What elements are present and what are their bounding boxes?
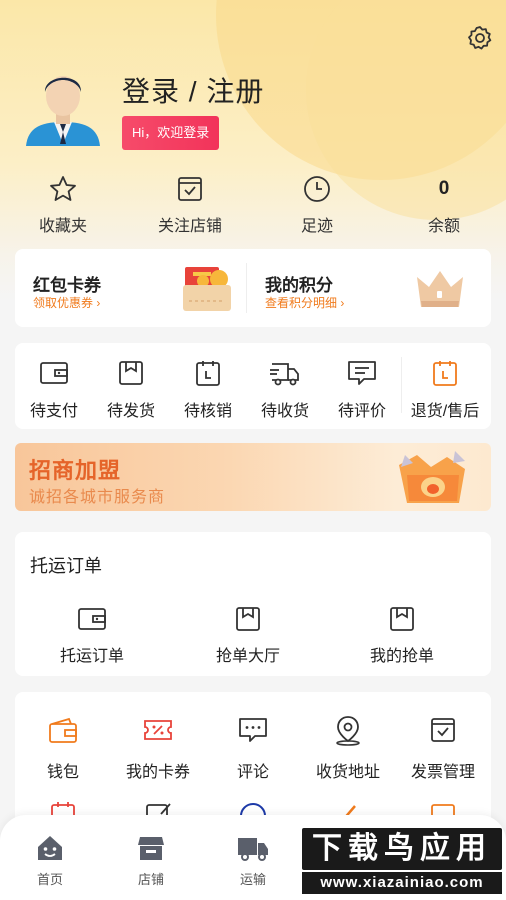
followed-stores-label: 关注店铺: [157, 218, 222, 235]
checkbox-icon: [178, 177, 202, 201]
tab-transport-label: 运输: [239, 872, 266, 887]
consign-title: 托运订单: [30, 556, 102, 576]
red-packet-icon: [183, 267, 231, 311]
tab-store[interactable]: 店铺: [101, 833, 201, 888]
wallet-icon: [40, 362, 68, 384]
reviews-label: 评论: [236, 764, 269, 781]
store-icon: [138, 837, 164, 860]
balance-button[interactable]: 0 余额: [389, 172, 499, 236]
footprints-label: 足迹: [300, 218, 333, 235]
orders-card: 待支付 待发货 待核销 待收货 待评价 退货/售后: [15, 343, 491, 429]
comment-icon: [348, 361, 376, 385]
order-pending-review-label: 待评价: [337, 403, 386, 420]
home-icon: [38, 836, 62, 860]
order-after-sales[interactable]: 退货/售后: [402, 357, 488, 421]
order-hall-label: 抢单大厅: [215, 648, 280, 665]
invoice-button[interactable]: 发票管理: [395, 714, 491, 782]
box-icon: [236, 607, 260, 631]
wallet-label: 钱包: [46, 764, 79, 781]
tab-transport[interactable]: 运输: [203, 833, 303, 888]
box-icon: [119, 361, 143, 385]
franchise-banner[interactable]: 招商加盟 诚招各城市服务商: [15, 443, 491, 511]
coupon-icon: [144, 720, 172, 740]
footprints-button[interactable]: 足迹: [262, 172, 372, 236]
coupon-section[interactable]: 红包卡券 领取优惠券 ›: [15, 249, 253, 327]
favorites-label: 收藏夹: [38, 218, 87, 235]
comment-icon: [239, 718, 267, 742]
points-link-text: 查看积分明细: [265, 296, 338, 310]
benefits-card: 红包卡券 领取优惠券 › 我的积分 查看积分明细 ›: [15, 249, 491, 327]
followed-stores-button[interactable]: 关注店铺: [135, 172, 245, 236]
order-pending-verify-label: 待核销: [183, 403, 232, 420]
wallet-button[interactable]: 钱包: [15, 714, 111, 782]
truck-icon: [270, 363, 299, 386]
order-pending-payment[interactable]: 待支付: [15, 357, 93, 421]
coupon-link[interactable]: 领取优惠券 ›: [33, 294, 100, 311]
address-button[interactable]: 收货地址: [300, 714, 396, 782]
chevron-right-icon: ›: [340, 296, 345, 310]
consign-orders-label: 托运订单: [59, 648, 124, 665]
gift-icon: [399, 451, 465, 503]
favorites-button[interactable]: 收藏夹: [8, 172, 118, 236]
tab-home[interactable]: 首页: [0, 833, 100, 888]
invoice-icon: [431, 718, 455, 742]
reviews-button[interactable]: 评论: [205, 714, 301, 782]
star-icon: [50, 176, 76, 201]
order-after-sales-label: 退货/售后: [410, 403, 480, 420]
settings-icon[interactable]: [466, 24, 494, 52]
calendar-icon: [196, 361, 220, 386]
coupon-title: 红包卡券: [33, 276, 101, 295]
order-hall-button[interactable]: 抢单大厅: [183, 604, 313, 666]
tab-home-label: 首页: [36, 872, 63, 887]
points-section[interactable]: 我的积分 查看积分明细 ›: [247, 249, 485, 327]
crown-icon: [417, 271, 463, 307]
my-grabbed-orders-label: 我的抢单: [369, 648, 434, 665]
order-pending-payment-label: 待支付: [29, 403, 78, 420]
watermark: 下载鸟应用 www.xiazainiao.com: [302, 828, 502, 894]
my-coupons-button[interactable]: 我的卡券: [110, 714, 206, 782]
login-register-link[interactable]: 登录 / 注册: [122, 70, 264, 110]
order-pending-receipt-label: 待收货: [260, 403, 309, 420]
watermark-main: 下载鸟应用: [302, 828, 502, 870]
welcome-badge: Hi，欢迎登录: [122, 116, 220, 150]
return-icon: [433, 361, 457, 386]
order-pending-shipment-label: 待发货: [106, 403, 155, 420]
invoice-label: 发票管理: [410, 764, 475, 781]
tab-store-label: 店铺: [137, 872, 164, 887]
consign-card: 托运订单 托运订单 抢单大厅 我的抢单: [15, 532, 491, 676]
points-title: 我的积分: [265, 276, 333, 295]
order-pending-verify[interactable]: 待核销: [169, 357, 247, 421]
my-coupons-label: 我的卡券: [125, 764, 190, 781]
order-pending-receipt[interactable]: 待收货: [246, 357, 324, 421]
balance-value: 0: [438, 178, 450, 199]
chevron-right-icon: ›: [96, 296, 101, 310]
banner-subtitle: 诚招各城市服务商: [29, 489, 166, 506]
my-grabbed-orders-button[interactable]: 我的抢单: [337, 604, 467, 666]
points-link[interactable]: 查看积分明细 ›: [265, 294, 344, 311]
watermark-url: www.xiazainiao.com: [302, 872, 502, 894]
order-pending-shipment[interactable]: 待发货: [92, 357, 170, 421]
banner-title: 招商加盟: [29, 458, 122, 483]
address-label: 收货地址: [315, 764, 380, 781]
clock-icon: [304, 176, 330, 202]
wallet-icon: [49, 717, 77, 743]
truck-icon: [238, 838, 268, 861]
location-icon: [336, 716, 360, 746]
quick-stats: 收藏夹 关注店铺 足迹 0 余额: [0, 172, 506, 238]
order-pending-review[interactable]: 待评价: [323, 357, 401, 421]
box-icon: [390, 607, 414, 631]
coupon-link-text: 领取优惠券: [33, 296, 94, 310]
wallet-icon: [78, 608, 106, 630]
balance-label: 余额: [427, 218, 460, 235]
avatar[interactable]: [22, 66, 104, 146]
consign-orders-button[interactable]: 托运订单: [27, 604, 157, 666]
